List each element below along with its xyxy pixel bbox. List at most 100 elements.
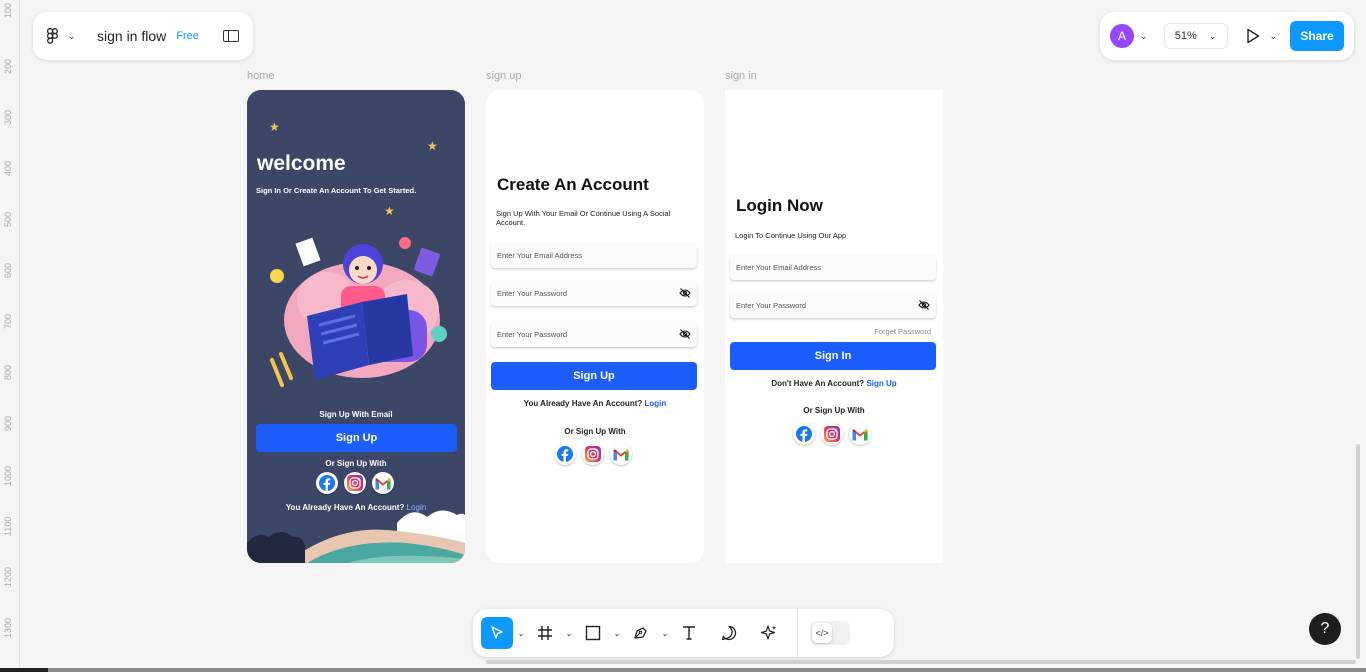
ruler-label: 1000 bbox=[3, 465, 13, 486]
avatar[interactable]: A bbox=[1110, 24, 1134, 48]
toolbar-divider bbox=[797, 609, 798, 657]
facebook-icon bbox=[557, 446, 573, 462]
chevron-down-icon[interactable]: ⌄ bbox=[1270, 31, 1278, 42]
facebook-button[interactable] bbox=[554, 443, 576, 465]
or-sign-up-with-label: Or Sign Up With bbox=[803, 406, 865, 415]
eye-off-icon[interactable] bbox=[918, 299, 930, 311]
star-icon: ★ bbox=[427, 139, 438, 153]
vertical-scrollbar[interactable] bbox=[1356, 444, 1360, 659]
chevron-down-icon: ⌄ bbox=[1208, 30, 1217, 41]
sign-up-button[interactable]: Sign Up bbox=[256, 424, 457, 452]
star-icon: ★ bbox=[384, 204, 395, 218]
password-placeholder: Enter Your Password bbox=[497, 288, 568, 298]
text-tool[interactable] bbox=[673, 617, 705, 649]
ruler-label: 1200 bbox=[3, 566, 13, 587]
email-field[interactable]: Enter Your Email Address bbox=[730, 254, 936, 280]
frame-hash-icon bbox=[538, 626, 552, 640]
instagram-button[interactable] bbox=[821, 423, 843, 445]
pen-icon bbox=[634, 627, 647, 639]
bottom-toolbar: ⌄ ⌄ ⌄ ⌄ </> bbox=[473, 609, 894, 657]
gmail-button[interactable] bbox=[610, 443, 632, 465]
reading-girl-illustration bbox=[270, 237, 447, 387]
password-field[interactable]: Enter Your Password bbox=[491, 280, 697, 306]
gmail-button[interactable] bbox=[849, 423, 871, 445]
chevron-down-icon[interactable]: ⌄ bbox=[561, 629, 577, 638]
help-button[interactable]: ? bbox=[1309, 613, 1341, 645]
confirm-password-field[interactable]: Enter Your Password bbox=[491, 321, 697, 347]
login-subtitle: Login To Continue Using Our App bbox=[735, 231, 847, 240]
ruler-label: 500 bbox=[3, 211, 13, 227]
email-placeholder: Enter Your Email Address bbox=[497, 250, 583, 260]
instagram-icon bbox=[824, 426, 840, 442]
facebook-button[interactable] bbox=[316, 472, 338, 494]
facebook-button[interactable] bbox=[793, 423, 815, 445]
facebook-icon bbox=[319, 475, 335, 491]
instagram-icon bbox=[347, 475, 363, 491]
comment-bubble-icon bbox=[721, 625, 737, 641]
ruler-label: 400 bbox=[3, 160, 13, 176]
welcome-title: welcome bbox=[257, 152, 346, 175]
file-title[interactable]: sign in flow bbox=[97, 28, 166, 44]
sidebar-toggle-icon[interactable] bbox=[223, 30, 239, 42]
instagram-button[interactable] bbox=[344, 472, 366, 494]
gmail-icon bbox=[852, 428, 868, 440]
present-play-icon[interactable] bbox=[1246, 28, 1260, 44]
zoom-level: 51% bbox=[1174, 30, 1197, 42]
rectangle-tool[interactable] bbox=[577, 617, 609, 649]
eye-off-icon[interactable] bbox=[679, 287, 691, 299]
chevron-down-icon[interactable]: ⌄ bbox=[513, 629, 529, 638]
already-text: You Already Have An Account? bbox=[523, 399, 643, 408]
vertical-ruler: 100 200 300 400 500 600 700 800 900 1000… bbox=[0, 0, 20, 672]
comment-tool[interactable] bbox=[713, 617, 745, 649]
social-buttons bbox=[793, 423, 871, 445]
chevron-down-icon[interactable]: ⌄ bbox=[609, 629, 625, 638]
ruler-label: 1300 bbox=[3, 617, 13, 638]
ruler-label: 200 bbox=[3, 58, 13, 74]
login-title: Login Now bbox=[736, 196, 823, 215]
or-sign-up-with-label: Or Sign Up With bbox=[325, 459, 387, 468]
chevron-down-icon[interactable]: ⌄ bbox=[1140, 31, 1148, 42]
sparkle-ai-icon bbox=[760, 625, 777, 640]
eye-off-icon[interactable] bbox=[679, 328, 691, 340]
facebook-icon bbox=[796, 426, 812, 442]
frame-tool[interactable] bbox=[529, 617, 561, 649]
sign-in-button[interactable]: Sign In bbox=[730, 342, 936, 370]
forget-password-link[interactable]: Forget Password bbox=[874, 327, 931, 336]
instagram-button[interactable] bbox=[582, 443, 604, 465]
main-menu-button[interactable]: ⌄ bbox=[47, 28, 83, 44]
share-button[interactable]: Share bbox=[1290, 21, 1344, 51]
horizontal-scrollbar[interactable] bbox=[486, 660, 1356, 664]
frame-sign-up[interactable]: Create An Account Sign Up With Your Emai… bbox=[486, 90, 704, 563]
pen-tool[interactable] bbox=[625, 617, 657, 649]
ruler-label: 300 bbox=[3, 109, 13, 125]
plan-badge[interactable]: Free bbox=[176, 30, 199, 42]
landscape-illustration bbox=[247, 510, 465, 563]
gmail-button[interactable] bbox=[372, 472, 394, 494]
actions-tool[interactable] bbox=[753, 617, 785, 649]
figma-logo-icon bbox=[47, 28, 58, 44]
gmail-icon bbox=[613, 448, 629, 460]
create-account-title: Create An Account bbox=[497, 175, 649, 194]
sign-up-link[interactable]: Sign Up bbox=[866, 379, 896, 388]
frame-home[interactable]: ★ ★ ★ welcome Sign In Or Create An Accou… bbox=[247, 90, 465, 563]
confirm-password-placeholder: Enter Your Password bbox=[497, 329, 568, 339]
chevron-down-icon[interactable]: ⌄ bbox=[657, 629, 673, 638]
zoom-dropdown[interactable]: 51% ⌄ bbox=[1163, 23, 1228, 49]
file-header: ⌄ sign in flow Free bbox=[33, 12, 253, 60]
frame-label-sign-in[interactable]: sign in bbox=[725, 70, 757, 82]
welcome-subtitle: Sign In Or Create An Account To Get Star… bbox=[256, 186, 417, 195]
move-tool[interactable] bbox=[481, 617, 513, 649]
login-link[interactable]: Login bbox=[645, 399, 667, 408]
chevron-down-icon: ⌄ bbox=[68, 30, 76, 41]
frame-label-home[interactable]: home bbox=[247, 70, 275, 82]
frame-label-sign-up[interactable]: sign up bbox=[486, 70, 521, 82]
frame-sign-in[interactable]: Login Now Login To Continue Using Our Ap… bbox=[725, 90, 943, 563]
dev-mode-toggle[interactable]: </> bbox=[810, 621, 850, 645]
password-field[interactable]: Enter Your Password bbox=[730, 292, 936, 318]
rectangle-icon bbox=[585, 625, 601, 641]
sign-up-button[interactable]: Sign Up bbox=[491, 362, 697, 390]
bottom-edge bbox=[0, 668, 1366, 672]
instagram-icon bbox=[585, 446, 601, 462]
email-field[interactable]: Enter Your Email Address bbox=[491, 242, 697, 268]
header-actions: A ⌄ 51% ⌄ ⌄ Share bbox=[1100, 12, 1354, 60]
